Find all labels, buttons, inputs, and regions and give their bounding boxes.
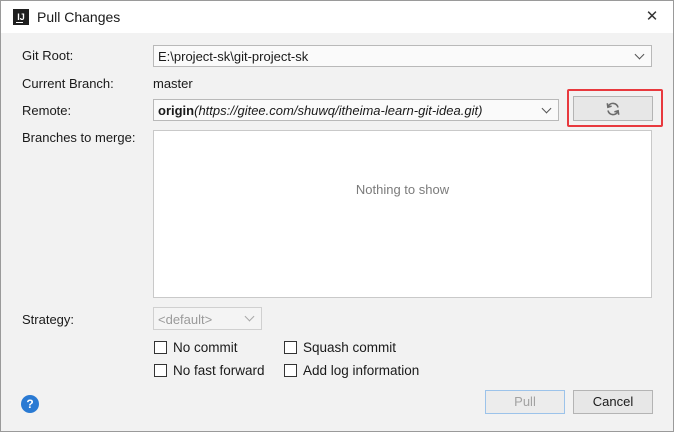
chevron-down-icon [244, 311, 255, 322]
no-commit-label: No commit [173, 340, 238, 355]
git-root-label: Git Root: [22, 48, 74, 63]
squash-commit-checkbox-box[interactable] [284, 341, 297, 354]
strategy-label: Strategy: [22, 312, 75, 327]
pull-button[interactable]: Pull [485, 390, 565, 414]
git-root-dropdown[interactable]: E:\project-sk\git-project-sk [153, 45, 652, 67]
no-commit-checkbox[interactable]: No commit [154, 340, 264, 356]
no-fast-forward-checkbox[interactable]: No fast forward [154, 363, 279, 379]
branches-to-merge-label: Branches to merge: [22, 130, 136, 145]
current-branch-label: Current Branch: [22, 76, 114, 91]
strategy-value: <default> [158, 312, 213, 327]
no-commit-checkbox-box[interactable] [154, 341, 167, 354]
add-log-information-label: Add log information [303, 363, 420, 378]
no-fast-forward-checkbox-box[interactable] [154, 364, 167, 377]
cancel-button[interactable]: Cancel [573, 390, 653, 414]
squash-commit-checkbox[interactable]: Squash commit [284, 340, 414, 356]
remote-close-paren: ) [478, 103, 483, 118]
intellij-app-icon: IJ [13, 9, 29, 25]
help-icon[interactable]: ? [21, 395, 39, 413]
branches-empty-text: Nothing to show [355, 182, 450, 197]
remote-value: origin(https://gitee.com/shuwq/itheima-l… [158, 103, 536, 118]
remote-url: https://gitee.com/shuwq/itheima-learn-gi… [198, 103, 479, 118]
chevron-down-icon [634, 49, 645, 60]
git-root-value: E:\project-sk\git-project-sk [158, 49, 309, 64]
remote-name: origin [158, 103, 195, 118]
pull-changes-dialog: IJ Pull Changes ✕ Git Root: E:\project-s… [0, 0, 674, 432]
add-log-information-checkbox[interactable]: Add log information [284, 363, 434, 379]
remote-dropdown[interactable]: origin(https://gitee.com/shuwq/itheima-l… [153, 99, 559, 121]
highlight-box [567, 89, 663, 127]
chevron-down-icon [541, 103, 552, 114]
strategy-dropdown[interactable]: <default> [153, 307, 262, 330]
remote-label: Remote: [22, 103, 72, 118]
window-title: Pull Changes [37, 9, 121, 25]
branches-list[interactable]: Nothing to show [153, 130, 652, 298]
add-log-information-checkbox-box[interactable] [284, 364, 297, 377]
current-branch-value: master [153, 76, 193, 91]
squash-commit-label: Squash commit [303, 340, 397, 355]
no-fast-forward-label: No fast forward [173, 363, 265, 378]
title-bar: IJ Pull Changes ✕ [1, 1, 673, 33]
close-icon[interactable]: ✕ [639, 5, 665, 29]
